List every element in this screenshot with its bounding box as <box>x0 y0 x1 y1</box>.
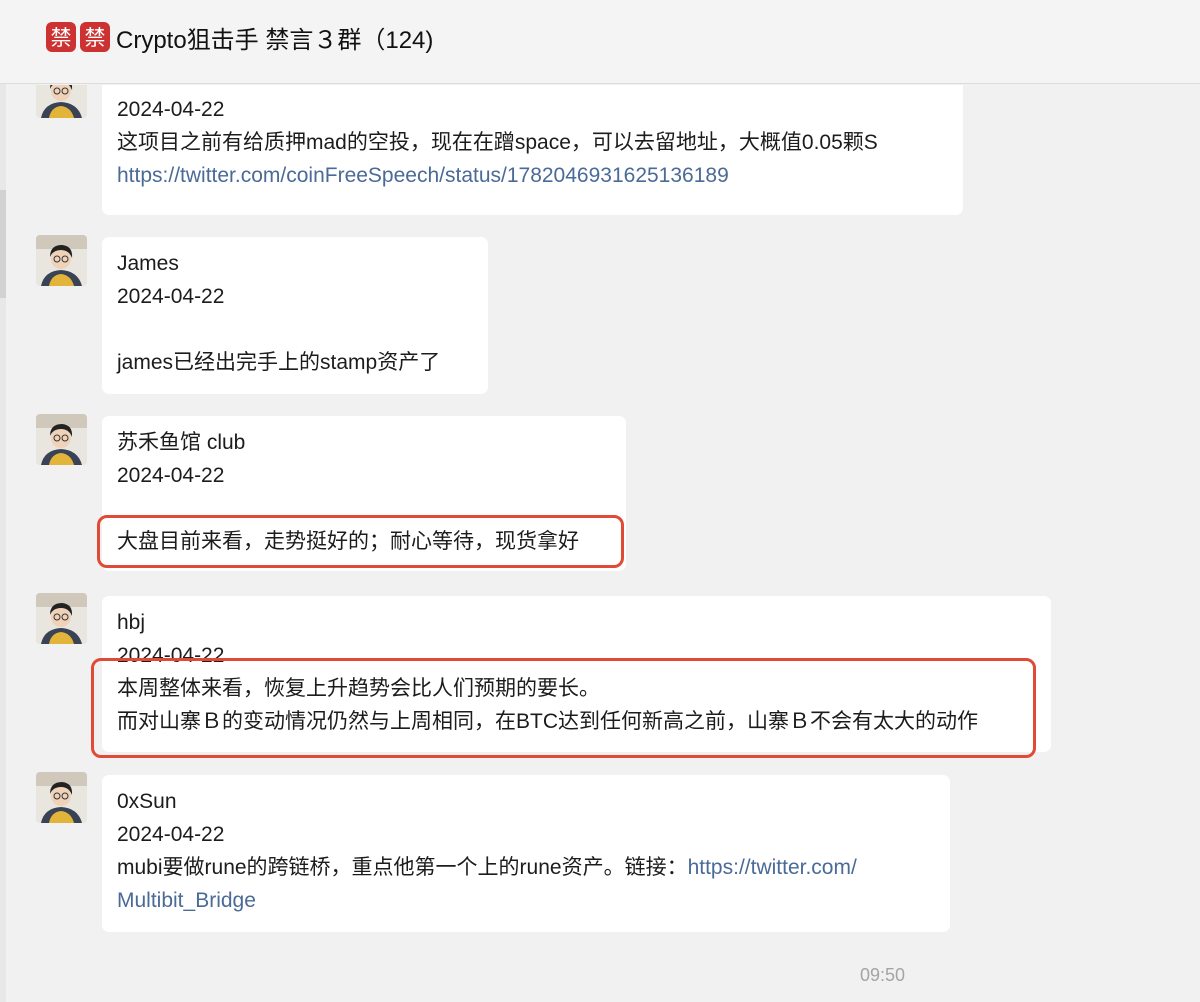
message-link[interactable]: Multibit_Bridge <box>117 884 935 917</box>
message-date: 2024-04-22 <box>117 285 225 308</box>
user-avatar-icon <box>36 85 87 118</box>
user-avatar-icon <box>36 414 87 465</box>
avatar[interactable] <box>36 772 87 823</box>
avatar[interactable] <box>36 235 87 286</box>
message-text: mubi要做rune的跨链桥，重点他第一个上的rune资产。链接： <box>117 856 688 879</box>
sender-name: hbj <box>117 611 146 634</box>
message-bubble[interactable]: 小浣熊 2024-04-22 这项目之前有给质押mad的空投，现在在蹭space… <box>102 85 963 215</box>
user-avatar-icon <box>36 593 87 644</box>
ban-emoji-icon: 禁 <box>80 22 110 52</box>
message-text-row: mubi要做rune的跨链桥，重点他第一个上的rune资产。链接：https:/… <box>117 851 935 884</box>
sender-name: 苏禾鱼馆 club <box>117 431 246 454</box>
highlight-box <box>97 515 624 568</box>
avatar[interactable] <box>36 85 87 118</box>
avatar[interactable] <box>36 414 87 465</box>
highlight-box <box>91 658 1036 758</box>
message-timestamp: 09:50 <box>860 965 906 985</box>
sender-name: James <box>117 252 179 275</box>
sender-name: 0xSun <box>117 790 177 813</box>
ban-emoji-icon: 禁 <box>46 22 76 52</box>
message-date: 2024-04-22 <box>117 98 225 121</box>
message-date: 2024-04-22 <box>117 464 225 487</box>
sender-name: 小浣熊 <box>117 85 948 93</box>
chat-title[interactable]: 禁 禁 Crypto狙击手 禁言３群（124) <box>46 19 433 55</box>
avatar[interactable] <box>36 593 87 644</box>
user-avatar-icon <box>36 235 87 286</box>
message-text: 这项目之前有给质押mad的空投，现在在蹭space，可以去留地址，大概值0.05… <box>117 131 878 154</box>
message-text: james已经出完手上的stamp资产了 <box>117 351 441 374</box>
message-bubble[interactable]: 0xSun 2024-04-22 mubi要做rune的跨链桥，重点他第一个上的… <box>102 775 950 932</box>
message-date: 2024-04-22 <box>117 823 225 846</box>
message-bubble[interactable]: James 2024-04-22 james已经出完手上的stamp资产了 <box>102 237 488 394</box>
message-link[interactable]: https://twitter.com/ <box>688 856 857 879</box>
group-name: Crypto狙击手 禁言３群（124) <box>116 26 434 54</box>
message-link[interactable]: https://twitter.com/coinFreeSpeech/statu… <box>117 159 948 192</box>
user-avatar-icon <box>36 772 87 823</box>
message-list[interactable]: 小浣熊 2024-04-22 这项目之前有给质押mad的空投，现在在蹭space… <box>0 85 1200 1002</box>
chat-header: 禁 禁 Crypto狙击手 禁言３群（124) <box>0 0 1200 84</box>
